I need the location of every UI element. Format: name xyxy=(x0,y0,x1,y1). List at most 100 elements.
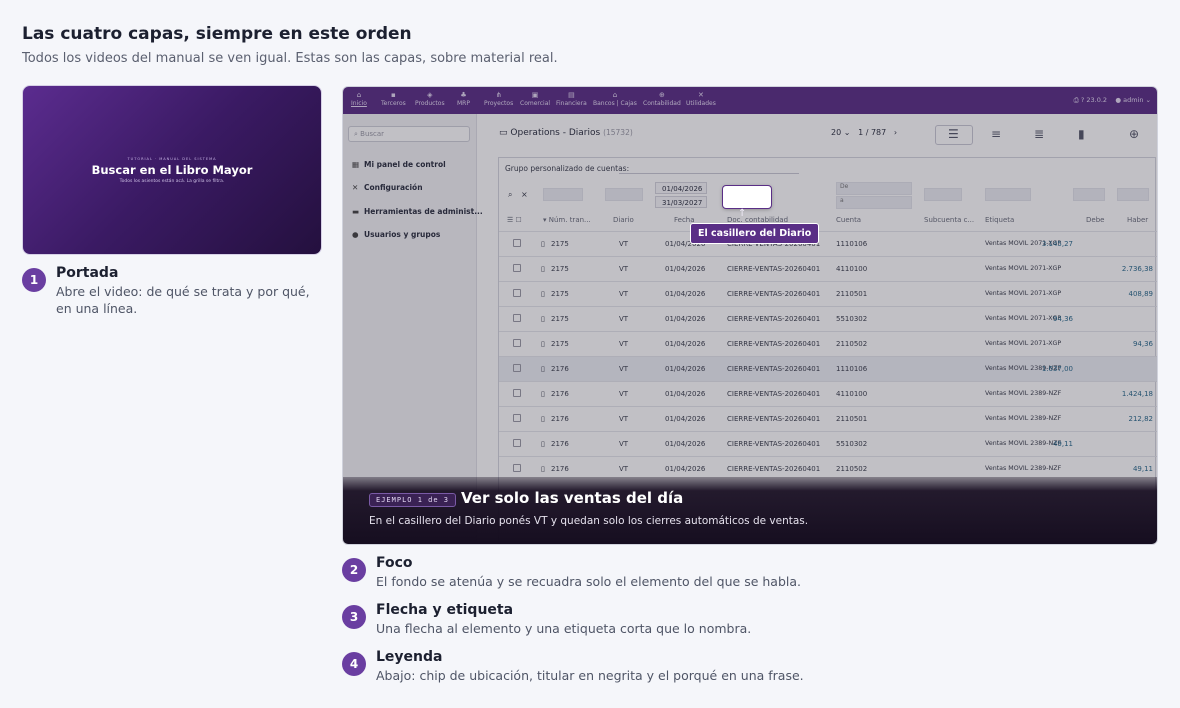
page-number[interactable]: 1 xyxy=(858,128,863,137)
document-icon: ▯ xyxy=(541,440,545,448)
table-row[interactable]: ▯ 2175 VT 01/04/2026 CIERRE-VENTAS-20260401 2… xyxy=(499,281,1157,306)
date-to-input[interactable]: 31/03/2027 xyxy=(655,196,707,208)
filter-etiqueta-input[interactable] xyxy=(985,188,1031,201)
sidebar-search-input[interactable]: ⌕ Buscar xyxy=(348,126,470,142)
highlighted-input[interactable] xyxy=(723,186,771,208)
nav-item-inicio[interactable]: ⌂ Inicio xyxy=(351,91,367,107)
filter-diario-input[interactable] xyxy=(605,188,643,201)
cell-num[interactable]: 2175 xyxy=(551,290,569,298)
filter-num-input[interactable] xyxy=(543,188,583,201)
column-header[interactable]: Haber xyxy=(1127,216,1148,224)
select-all-icon[interactable]: ☰ ☐ xyxy=(507,216,522,224)
sidebar-item-panel[interactable]: ▦ Mi panel de control xyxy=(352,160,446,169)
cell-diario: VT xyxy=(619,315,629,323)
print-icon[interactable]: ⎙ xyxy=(1074,96,1079,104)
filter-label: Grupo personalizado de cuentas: xyxy=(505,164,630,173)
column-header[interactable]: Debe xyxy=(1086,216,1104,224)
row-checkbox[interactable] xyxy=(513,439,521,447)
step-description: Una flecha al elemento y una etiqueta co… xyxy=(376,621,752,636)
column-header[interactable]: Etiqueta xyxy=(985,216,1014,224)
cell-num[interactable]: 2176 xyxy=(551,365,569,373)
table-row[interactable]: ▯ 2175 VT 01/04/2026 CIERRE-VENTAS-20260401 1… xyxy=(499,231,1157,256)
sidebar-item-herramientas[interactable]: ▬ Herramientas de administ... xyxy=(352,207,483,216)
table-row[interactable]: ▯ 2176 VT 01/04/2026 CIERRE-VENTAS-20260401 4… xyxy=(499,381,1157,406)
nav-item-comercial[interactable]: ▣ Comercial xyxy=(520,91,550,107)
arrow-label: El casillero del Diario xyxy=(690,223,820,244)
pdf-icon[interactable]: ▮ xyxy=(1078,127,1085,141)
nav-item-financiera[interactable]: ▤ Financiera xyxy=(556,91,587,107)
row-checkbox[interactable] xyxy=(513,389,521,397)
user-icon[interactable]: ● xyxy=(1115,96,1121,104)
bank-icon: ⌂ xyxy=(612,91,618,99)
cell-num[interactable]: 2175 xyxy=(551,265,569,273)
table-row[interactable]: ▯ 2175 VT 01/04/2026 CIERRE-VENTAS-20260401 5… xyxy=(499,306,1157,331)
account-group-select[interactable] xyxy=(619,162,799,174)
column-header[interactable]: Subcuenta c... xyxy=(924,216,974,224)
topbar-right: ⎙ ? 23.0.2 ● admin ⌄ xyxy=(1074,96,1151,105)
nav-item-contabilidad[interactable]: ⊕ Contabilidad xyxy=(643,91,681,107)
cell-num[interactable]: 2175 xyxy=(551,240,569,248)
cell-fecha: 01/04/2026 xyxy=(665,440,706,448)
column-header[interactable]: ▾ Núm. tran... xyxy=(543,216,591,224)
nav-item-terceros[interactable]: ▪ Terceros xyxy=(381,91,406,107)
row-checkbox[interactable] xyxy=(513,339,521,347)
nav-item-productos[interactable]: ◈ Productos xyxy=(415,91,445,107)
row-checkbox[interactable] xyxy=(513,289,521,297)
grouped-view-icon[interactable]: ≡ xyxy=(991,127,1001,141)
table-row[interactable]: ▯ 2176 VT 01/04/2026 CIERRE-VENTAS-20260401 1… xyxy=(499,356,1157,381)
cell-cuenta: 4110100 xyxy=(836,265,868,273)
search-icon[interactable]: ⌕ xyxy=(508,190,512,200)
sidebar-item-configuracion[interactable]: ✕ Configuración xyxy=(352,183,423,192)
nav-item-mrp[interactable]: ♣ MRP xyxy=(457,91,470,107)
table-row[interactable]: ▯ 2175 VT 01/04/2026 CIERRE-VENTAS-20260401 4… xyxy=(499,256,1157,281)
nav-item-bancos[interactable]: ⌂ Bancos | Cajas xyxy=(593,91,637,107)
document-icon: ▯ xyxy=(541,315,545,323)
table-row[interactable]: ▯ 2176 VT 01/04/2026 CIERRE-VENTAS-20260401 2… xyxy=(499,406,1157,431)
filter-debe-input[interactable] xyxy=(1073,188,1105,201)
table-row[interactable]: ▯ 2176 VT 01/04/2026 CIERRE-VENTAS-20260401 5… xyxy=(499,431,1157,456)
row-checkbox[interactable] xyxy=(513,239,521,247)
column-header[interactable]: Diario xyxy=(613,216,634,224)
table-row[interactable]: ▯ 2175 VT 01/04/2026 CIERRE-VENTAS-20260401 2… xyxy=(499,331,1157,356)
filter-subcuenta-input[interactable] xyxy=(924,188,962,201)
cell-num[interactable]: 2175 xyxy=(551,315,569,323)
row-checkbox[interactable] xyxy=(513,364,521,372)
cell-etiqueta: Ventas MOVIL 2389-NZF xyxy=(985,390,1062,397)
clear-filter-icon[interactable]: × xyxy=(521,190,528,199)
align-view-icon[interactable]: ≣ xyxy=(1034,127,1044,141)
date-from-input[interactable]: 01/04/2026 xyxy=(655,182,707,194)
cell-num[interactable]: 2176 xyxy=(551,415,569,423)
cell-diario: VT xyxy=(619,465,629,473)
per-page-select[interactable]: 20 xyxy=(831,128,841,137)
add-circle-icon[interactable]: ⊕ xyxy=(1129,127,1139,141)
cell-doc: CIERRE-VENTAS-20260401 xyxy=(727,265,821,273)
building-icon: ▪ xyxy=(391,91,396,99)
cell-num[interactable]: 2176 xyxy=(551,440,569,448)
column-header[interactable]: Cuenta xyxy=(836,216,861,224)
filter-haber-input[interactable] xyxy=(1117,188,1149,201)
cell-num[interactable]: 2175 xyxy=(551,340,569,348)
server-icon: ▬ xyxy=(352,207,360,216)
filter-a-select[interactable]: a xyxy=(836,196,912,209)
row-checkbox[interactable] xyxy=(513,314,521,322)
row-checkbox[interactable] xyxy=(513,414,521,422)
cell-debe: 49,11 xyxy=(1052,440,1073,448)
list-view-icon[interactable]: ☰ xyxy=(948,127,959,141)
user-name[interactable]: admin xyxy=(1123,96,1143,104)
cell-fecha: 01/04/2026 xyxy=(665,265,706,273)
cell-etiqueta: Ventas MOVIL 2071-XGP xyxy=(985,340,1062,347)
nav-item-utilidades[interactable]: ✕ Utilidades xyxy=(686,91,716,107)
row-checkbox[interactable] xyxy=(513,264,521,272)
cover-title: Buscar en el Libro Mayor xyxy=(91,163,253,177)
help-icon[interactable]: ? xyxy=(1081,96,1084,104)
nav-item-proyectos[interactable]: ⋔ Proyectos xyxy=(484,91,513,107)
cell-num[interactable]: 2176 xyxy=(551,465,569,473)
cubes-icon: ♣ xyxy=(460,91,467,99)
cell-cuenta: 4110100 xyxy=(836,390,868,398)
cell-num[interactable]: 2176 xyxy=(551,390,569,398)
cell-cuenta: 5510302 xyxy=(836,440,868,448)
filter-de-select[interactable]: De xyxy=(836,182,912,195)
next-page-icon[interactable]: › xyxy=(894,128,897,137)
sidebar-item-usuarios[interactable]: ● Usuarios y grupos xyxy=(352,230,440,239)
row-checkbox[interactable] xyxy=(513,464,521,472)
